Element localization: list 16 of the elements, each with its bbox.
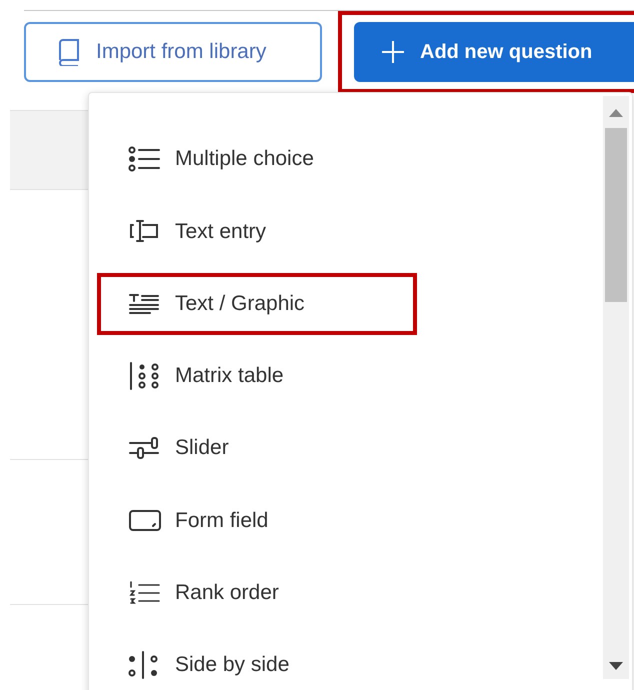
plus-icon	[380, 39, 406, 65]
add-question-button[interactable]: Add new question	[354, 22, 634, 82]
scrollbar-thumb[interactable]	[605, 128, 627, 302]
question-type-item[interactable]: Text / Graphic	[97, 272, 417, 335]
question-type-item[interactable]: Multiple choice	[97, 128, 417, 190]
scroll-down-icon	[609, 661, 623, 671]
question-type-item[interactable]: Rank order	[97, 562, 417, 624]
question-type-item[interactable]: Slider	[97, 417, 417, 480]
question-type-item[interactable]: Form field	[97, 489, 417, 552]
question-type-item[interactable]: Matrix table	[97, 344, 417, 407]
question-type-item[interactable]: Text entry	[97, 200, 417, 262]
scroll-up-icon	[609, 108, 623, 118]
scrollbar[interactable]	[603, 96, 629, 679]
import-button[interactable]: Import from library	[24, 22, 322, 82]
book-icon	[56, 38, 82, 66]
question-type-item[interactable]: Side by side	[97, 634, 417, 690]
